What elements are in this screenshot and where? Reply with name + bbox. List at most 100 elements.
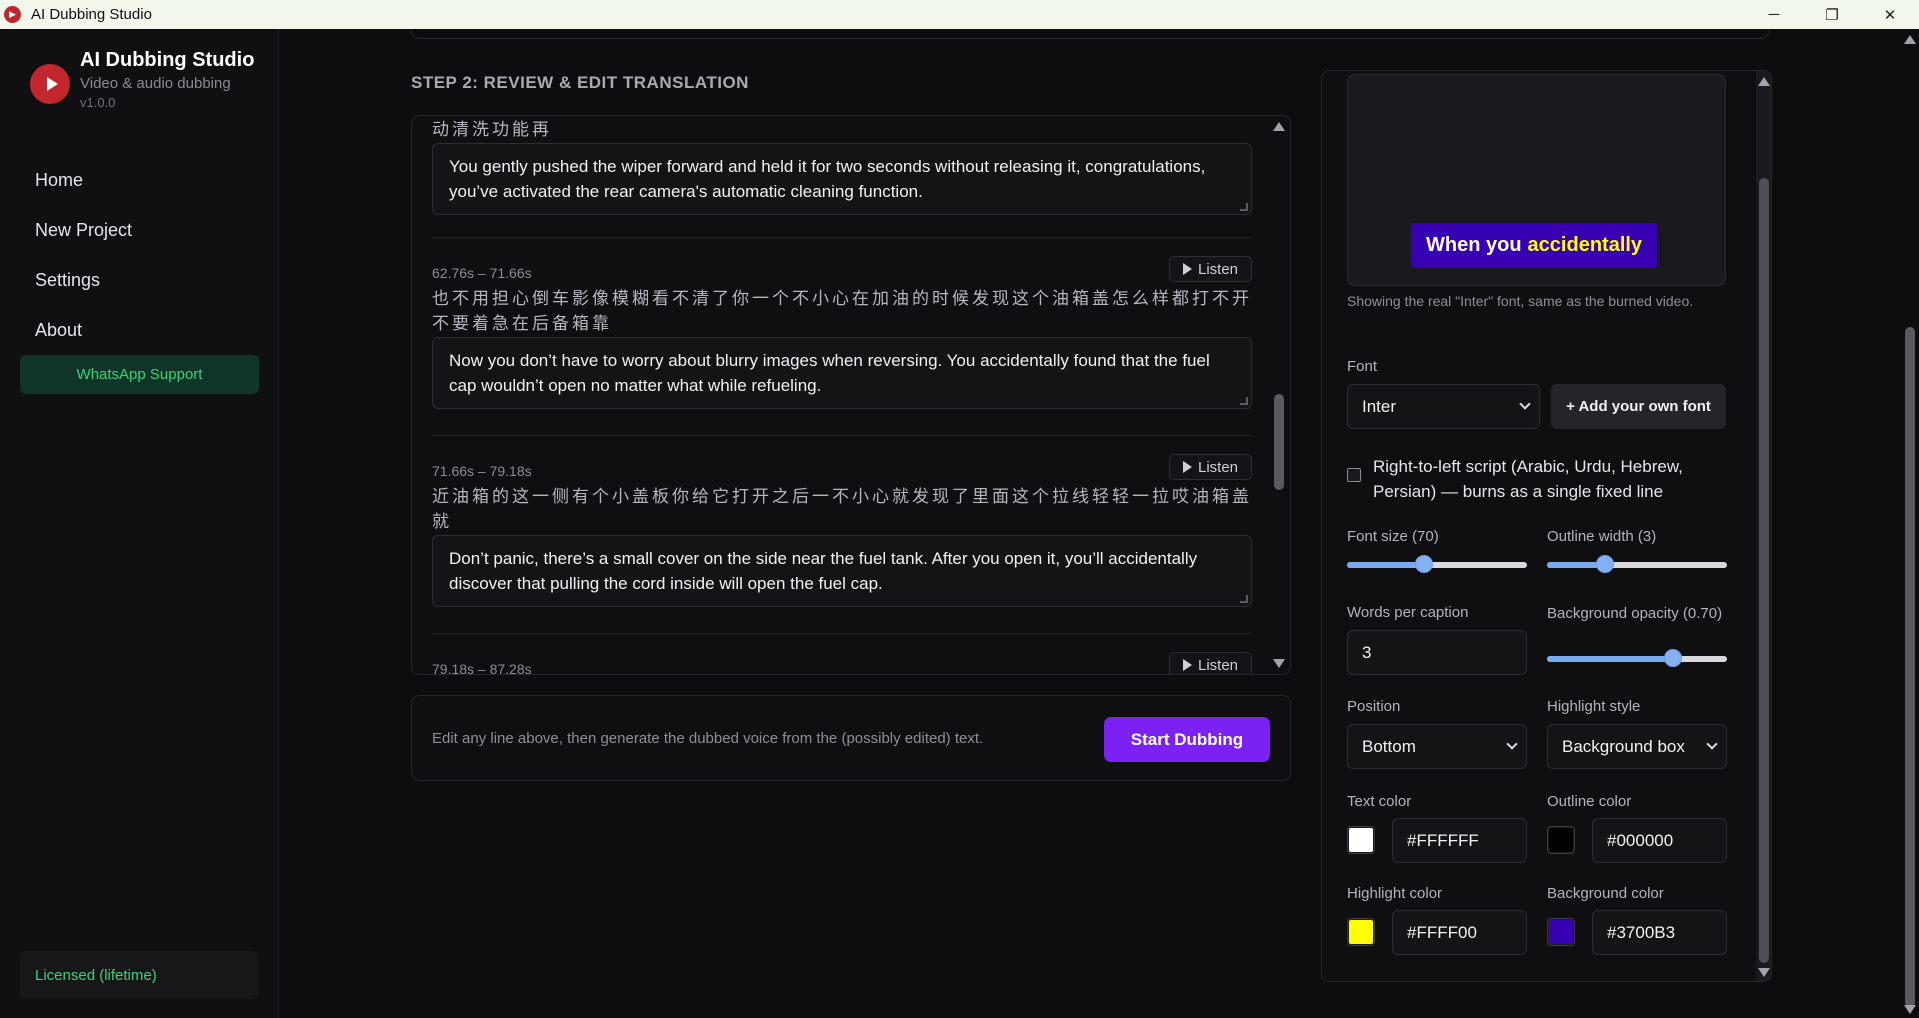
rtl-label: Right-to-left script (Arabic, Urdu, Hebr… [1373, 457, 1683, 501]
outline-color-swatch[interactable] [1547, 826, 1575, 854]
window-controls: ─ ❐ ✕ [1745, 0, 1919, 29]
segment-translation-input[interactable]: You gently pushed the wiper forward and … [432, 143, 1252, 215]
position-select[interactable]: Bottom [1347, 724, 1527, 769]
slider-knob[interactable] [1595, 555, 1614, 573]
words-per-caption-input[interactable]: 3 [1347, 630, 1527, 675]
resize-grip-icon[interactable] [1240, 595, 1248, 603]
listen-button[interactable]: Listen [1169, 454, 1252, 480]
outline-width-slider[interactable] [1547, 555, 1727, 575]
add-font-button[interactable]: + Add your own font [1551, 384, 1726, 429]
rtl-checkbox[interactable] [1347, 468, 1361, 482]
segment-translation-text: Now you don’t have to worry about blurry… [449, 351, 1210, 395]
slider-knob[interactable] [1664, 649, 1682, 667]
segment-source-text: 近油箱的这一侧有个小盖板你给它打开之后一不小心就发现了里面这个拉线轻轻一拉哎油箱… [432, 487, 1252, 531]
previous-card-edge [410, 29, 1770, 39]
list-scrollbar[interactable] [1268, 116, 1290, 674]
listen-button[interactable]: Listen [1169, 652, 1252, 674]
segment-source-text: 也不用担心倒车影像模糊看不清了你一个不小心在加油的时候发现这个油箱盖怎么样都打不… [432, 289, 1252, 333]
highlight-color-label: Highlight color [1347, 885, 1443, 902]
brand: AI Dubbing Studio Video & audio dubbing … [30, 49, 254, 110]
chevron-down-icon [1706, 738, 1718, 750]
title-bar: ▶ AI Dubbing Studio ─ ❐ ✕ [0, 0, 1919, 29]
segment-translation-input[interactable]: Now you don’t have to worry about blurry… [432, 337, 1252, 409]
sidebar-item-settings[interactable]: Settings [0, 255, 279, 305]
segment-translation-text: You gently pushed the wiper forward and … [449, 157, 1206, 201]
brand-subtitle: Video & audio dubbing [80, 75, 231, 92]
segment-translation-input[interactable]: Don’t panic, there’s a small cover on th… [432, 535, 1252, 607]
caption-plain-text: When you [1426, 234, 1522, 256]
background-color-label: Background color [1547, 885, 1664, 902]
sidebar-nav: Home New Project Settings About [0, 155, 279, 355]
window-title: AI Dubbing Studio [31, 6, 152, 23]
highlight-color-input[interactable]: #FFFF00 [1392, 910, 1527, 955]
brand-name: AI Dubbing Studio [80, 49, 255, 71]
start-dubbing-button[interactable]: Start Dubbing [1104, 717, 1270, 762]
sidebar-item-home[interactable]: Home [0, 155, 279, 205]
chevron-down-icon [1506, 738, 1518, 750]
scroll-down-icon[interactable] [1758, 968, 1770, 977]
background-color-swatch[interactable] [1547, 918, 1575, 946]
text-color-label: Text color [1347, 793, 1412, 810]
font-label: Font [1347, 358, 1378, 375]
sidebar: AI Dubbing Studio Video & audio dubbing … [0, 29, 279, 1018]
scroll-down-icon[interactable] [1273, 659, 1285, 668]
segment-translation-text: Don’t panic, there’s a small cover on th… [449, 549, 1198, 593]
maximize-icon[interactable]: ❐ [1803, 0, 1861, 29]
segment-divider [432, 237, 1252, 238]
preview-caption: When you accidentally [1411, 223, 1658, 268]
license-status: Licensed (lifetime) [20, 951, 258, 999]
background-color-input[interactable]: #3700B3 [1592, 910, 1727, 955]
app-version: v1.0.0 [80, 95, 116, 110]
segment-time: 79.18s – 87.28s [432, 661, 532, 675]
segment-divider [432, 435, 1252, 436]
app-icon: ▶ [4, 6, 21, 23]
scroll-thumb[interactable] [1759, 178, 1769, 963]
scroll-up-icon[interactable] [1758, 77, 1770, 86]
font-note: Showing the real "Inter" font, same as t… [1347, 293, 1694, 309]
highlight-color-swatch[interactable] [1347, 918, 1375, 946]
window-scrollbar[interactable] [1901, 29, 1919, 1018]
resize-grip-icon[interactable] [1240, 397, 1248, 405]
segment-divider [432, 633, 1252, 634]
play-icon [1182, 461, 1192, 473]
minimize-icon[interactable]: ─ [1745, 0, 1803, 29]
outline-color-input[interactable]: #000000 [1592, 818, 1727, 863]
panel-scrollbar[interactable] [1756, 71, 1771, 981]
slider-knob[interactable] [1415, 555, 1434, 573]
font-select[interactable]: Inter [1347, 384, 1540, 429]
sidebar-item-new-project[interactable]: New Project [0, 205, 279, 255]
play-logo-icon [30, 64, 70, 104]
caption-highlight-text: accidentally [1527, 234, 1643, 256]
scroll-thumb[interactable] [1905, 327, 1915, 1007]
dubbing-footer: Edit any line above, then generate the d… [411, 695, 1291, 781]
scroll-up-icon[interactable] [1904, 35, 1916, 44]
text-color-swatch[interactable] [1347, 826, 1375, 854]
background-opacity-slider[interactable] [1547, 649, 1727, 669]
outline-color-label: Outline color [1547, 793, 1632, 810]
play-icon [1182, 659, 1192, 671]
background-opacity-label: Background opacity (0.70) [1547, 605, 1723, 622]
outline-width-label: Outline width (3) [1547, 528, 1657, 545]
scroll-thumb[interactable] [1274, 394, 1284, 490]
segment-time: 71.66s – 79.18s [432, 463, 532, 479]
play-icon [1182, 263, 1192, 275]
whatsapp-support-button[interactable]: WhatsApp Support [20, 355, 259, 394]
translation-list: 动清洗功能再 You gently pushed the wiper forwa… [411, 115, 1291, 675]
sidebar-item-about[interactable]: About [0, 305, 279, 355]
caption-settings-panel: When you accidentally Showing the real "… [1321, 70, 1772, 982]
text-color-input[interactable]: #FFFFFF [1392, 818, 1527, 863]
font-size-slider[interactable] [1347, 555, 1527, 575]
close-icon[interactable]: ✕ [1861, 0, 1919, 29]
scroll-down-icon[interactable] [1904, 1005, 1916, 1014]
step-title: STEP 2: REVIEW & EDIT TRANSLATION [411, 73, 749, 92]
scroll-up-icon[interactable] [1273, 122, 1285, 131]
words-per-caption-label: Words per caption [1347, 604, 1469, 621]
footer-hint: Edit any line above, then generate the d… [432, 730, 984, 747]
font-size-label: Font size (70) [1347, 528, 1439, 545]
chevron-down-icon [1519, 398, 1531, 410]
resize-grip-icon[interactable] [1240, 203, 1248, 211]
highlight-style-label: Highlight style [1547, 698, 1641, 715]
segment-time: 62.76s – 71.66s [432, 265, 532, 281]
listen-button[interactable]: Listen [1169, 256, 1252, 282]
highlight-style-select[interactable]: Background box [1547, 724, 1727, 769]
